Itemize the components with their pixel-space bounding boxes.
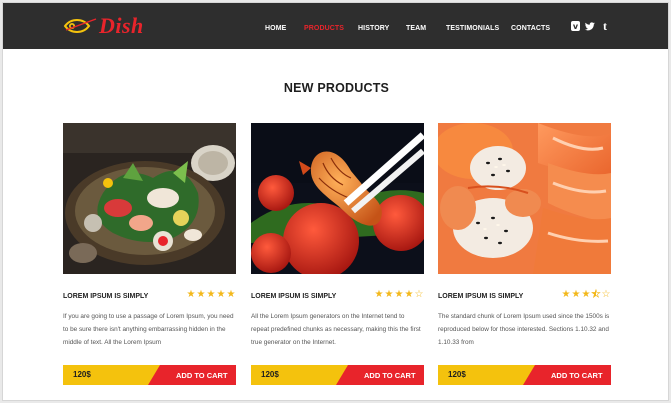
- star-full-icon: ★: [571, 289, 581, 300]
- star-full-icon: ★: [206, 289, 216, 300]
- nav-contacts[interactable]: CONTACTS: [511, 25, 550, 32]
- nav-products[interactable]: PRODUCTS: [304, 25, 344, 32]
- product-title: LOREM IPSUM IS SIMPLY: [251, 293, 337, 300]
- star-half-icon: ★: [591, 289, 601, 300]
- add-to-cart-button[interactable]: ADD TO CART: [336, 365, 424, 385]
- add-to-cart-label: ADD TO CART: [364, 371, 416, 380]
- star-full-icon: ★: [581, 289, 591, 300]
- tumblr-icon[interactable]: t: [600, 19, 610, 33]
- logo[interactable]: Dish: [63, 11, 144, 41]
- price-label: 120$: [73, 370, 91, 379]
- star-full-icon: ★: [561, 289, 571, 300]
- add-to-cart-label: ADD TO CART: [176, 371, 228, 380]
- product-title: LOREM IPSUM IS SIMPLY: [438, 293, 524, 300]
- twitter-icon[interactable]: [585, 21, 595, 32]
- add-to-cart-label: ADD TO CART: [551, 371, 603, 380]
- site-header: Dish HOME PRODUCTS HISTORY TEAM TESTIMON…: [3, 3, 668, 49]
- price-label: 120$: [261, 370, 279, 379]
- vimeo-icon[interactable]: v: [571, 21, 580, 31]
- nav-home[interactable]: HOME: [265, 25, 286, 32]
- product-description: The standard chunk of Lorem Ipsum used s…: [438, 313, 610, 346]
- star-full-icon: ★: [394, 289, 404, 300]
- rating-stars: ★ ★ ★ ★ ★: [186, 290, 236, 300]
- star-full-icon: ★: [196, 289, 206, 300]
- product-title: LOREM IPSUM IS SIMPLY: [63, 293, 149, 300]
- star-full-icon: ★: [404, 289, 414, 300]
- star-full-icon: ★: [384, 289, 394, 300]
- star-full-icon: ★: [186, 289, 196, 300]
- product-description: All the Lorem Ipsum generators on the In…: [251, 313, 421, 346]
- star-full-icon: ★: [374, 289, 384, 300]
- nav-team[interactable]: TEAM: [406, 25, 426, 32]
- star-full-icon: ★: [216, 289, 226, 300]
- shrimp-chopsticks-photo[interactable]: [251, 123, 424, 274]
- star-empty-icon: ☆: [414, 289, 424, 300]
- buy-bar: 120$ ADD TO CART: [63, 365, 236, 385]
- section-title: NEW PRODUCTS: [283, 81, 390, 95]
- add-to-cart-button[interactable]: ADD TO CART: [148, 365, 236, 385]
- star-full-icon: ★: [226, 289, 236, 300]
- rating-stars: ★ ★ ★ ★ ☆: [374, 290, 424, 300]
- add-to-cart-button[interactable]: ADD TO CART: [523, 365, 611, 385]
- rating-stars: ★ ★ ★ ★ ☆: [561, 289, 611, 300]
- buy-bar: 120$ ADD TO CART: [438, 365, 611, 385]
- salmon-rolls-photo[interactable]: [438, 123, 611, 274]
- fish-logo-icon: [63, 18, 97, 33]
- star-empty-icon: ☆: [601, 289, 611, 300]
- buy-bar: 120$ ADD TO CART: [251, 365, 424, 385]
- nav-testimonials[interactable]: TESTIMONIALS: [446, 25, 499, 32]
- page-frame: Dish HOME PRODUCTS HISTORY TEAM TESTIMON…: [2, 2, 669, 401]
- nav-history[interactable]: HISTORY: [358, 25, 389, 32]
- logo-text: Dish: [99, 13, 144, 38]
- sashimi-platter-photo[interactable]: [63, 123, 236, 274]
- price-label: 120$: [448, 370, 466, 379]
- product-description: If you are going to use a passage of Lor…: [63, 313, 234, 346]
